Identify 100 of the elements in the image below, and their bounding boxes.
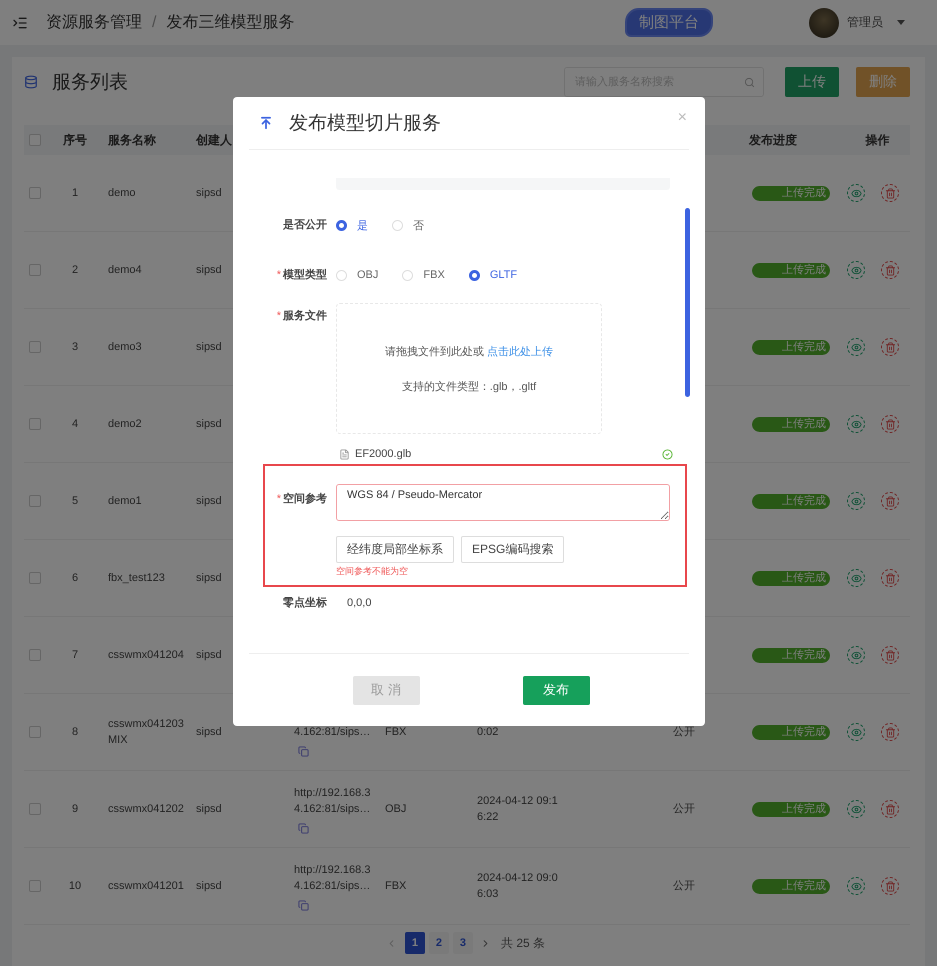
progress-label: 上传完成 bbox=[782, 186, 826, 200]
copy-icon[interactable] bbox=[298, 822, 309, 834]
view-button[interactable] bbox=[847, 569, 865, 587]
srs-button[interactable]: EPSG编码搜索 bbox=[461, 536, 564, 563]
field-label: * 模型类型 bbox=[276, 268, 327, 283]
delete-button[interactable] bbox=[881, 569, 899, 587]
view-button[interactable] bbox=[847, 646, 865, 664]
table-cell-text: 3 bbox=[72, 340, 78, 355]
table-cell-text: FBX bbox=[385, 879, 406, 894]
table-cell-text: 2024-04-12 09:16:22 bbox=[477, 794, 559, 825]
field-label: * 空间参考 bbox=[276, 492, 327, 507]
trash-icon bbox=[884, 188, 896, 198]
view-button[interactable] bbox=[847, 492, 865, 510]
trash-icon bbox=[884, 880, 896, 892]
table-cell-text: csswmx041201 bbox=[108, 879, 184, 894]
progress-label: 上传完成 bbox=[782, 418, 826, 430]
checkbox[interactable] bbox=[29, 418, 41, 430]
checkbox[interactable] bbox=[29, 264, 41, 276]
eye-icon bbox=[850, 572, 862, 584]
table-cell-text: 4 bbox=[72, 417, 78, 432]
delete-button[interactable] bbox=[881, 800, 899, 818]
delete-button[interactable] bbox=[881, 415, 899, 433]
eye-icon bbox=[850, 804, 862, 814]
table-cell-text: 公开 bbox=[672, 725, 695, 740]
table-cell-text: 公开 bbox=[672, 879, 695, 894]
checkbox[interactable] bbox=[29, 880, 41, 892]
platform-button[interactable]: 制图平台 bbox=[625, 8, 713, 37]
delete-button[interactable] bbox=[881, 261, 899, 279]
delete-button[interactable] bbox=[881, 723, 899, 741]
view-button[interactable] bbox=[847, 415, 865, 433]
upload-dropzone[interactable]: 请拖拽文件到此处或 点击此处上传 支持的文件类型：.glb，.gltf bbox=[336, 303, 602, 434]
file-types-note: 支持的文件类型：.glb，.gltf bbox=[402, 380, 536, 394]
checkbox[interactable] bbox=[29, 134, 41, 146]
checkbox[interactable] bbox=[29, 803, 41, 815]
breadcrumb-item: 发布三维模型服务 bbox=[166, 12, 294, 33]
progress-label: 上传完成 bbox=[782, 726, 826, 738]
eye-icon bbox=[850, 650, 862, 660]
table-cell-text: 1 bbox=[72, 186, 78, 201]
table-cell-text: 9 bbox=[72, 802, 78, 817]
checkbox[interactable] bbox=[29, 649, 41, 661]
checkbox[interactable] bbox=[29, 341, 41, 353]
publish-button[interactable]: 发布 bbox=[522, 676, 590, 704]
trash-icon bbox=[884, 572, 896, 584]
view-button[interactable] bbox=[847, 261, 865, 279]
checkbox[interactable] bbox=[29, 187, 41, 199]
trash-icon bbox=[884, 496, 896, 506]
avatar[interactable] bbox=[809, 8, 839, 38]
radio-option[interactable]: OBJ bbox=[336, 269, 378, 281]
checkbox[interactable] bbox=[29, 495, 41, 507]
copy-icon[interactable] bbox=[298, 900, 309, 910]
table-cell-text: demo4 bbox=[108, 263, 142, 278]
file-name[interactable]: EF2000.glb bbox=[355, 448, 412, 460]
column-header: 创建人 bbox=[196, 132, 232, 148]
delete-button[interactable] bbox=[881, 184, 899, 202]
radio-option[interactable]: 否 bbox=[392, 218, 424, 232]
page-button[interactable]: 2 bbox=[428, 932, 449, 954]
scrollbar[interactable] bbox=[685, 208, 690, 397]
delete-button[interactable] bbox=[881, 646, 899, 664]
page-button[interactable]: 1 bbox=[404, 932, 425, 954]
user-name[interactable]: 管理员 bbox=[847, 14, 883, 31]
caret-icon[interactable] bbox=[897, 20, 905, 25]
delete-button[interactable] bbox=[881, 492, 899, 510]
delete-button[interactable] bbox=[881, 877, 899, 895]
dropzone-hint: 请拖拽文件到此处或 点击此处上传 bbox=[384, 344, 554, 358]
breadcrumb-separator: / bbox=[152, 14, 156, 32]
breadcrumb-item[interactable]: 资源服务管理 bbox=[46, 12, 142, 33]
progress-label: 上传完成 bbox=[782, 802, 826, 816]
table-cell-text: 5 bbox=[72, 494, 78, 509]
radio-option[interactable]: GLTF bbox=[468, 269, 518, 281]
radio-option[interactable]: FBX bbox=[402, 269, 445, 281]
view-button[interactable] bbox=[847, 723, 865, 741]
copy-icon[interactable] bbox=[298, 746, 309, 756]
view-button[interactable] bbox=[847, 800, 865, 818]
view-button[interactable] bbox=[847, 338, 865, 356]
trash-icon bbox=[884, 418, 896, 430]
table-cell-text: demo2 bbox=[108, 417, 142, 432]
page-button[interactable]: 3 bbox=[452, 932, 473, 954]
upload-button[interactable]: 上传 bbox=[785, 67, 839, 97]
table-cell-text: 8 bbox=[72, 725, 78, 740]
checkbox[interactable] bbox=[29, 572, 41, 584]
input-field[interactable]: WGS 84 / Pseudo-Mercator bbox=[336, 484, 670, 521]
input-field[interactable]: 0,0,0 bbox=[336, 594, 705, 612]
eye-icon bbox=[850, 342, 862, 352]
srs-button[interactable]: 经纬度局部坐标系 bbox=[336, 536, 454, 563]
view-button[interactable] bbox=[847, 877, 865, 895]
progress-label: 上传完成 bbox=[782, 340, 826, 354]
table-cell-text: http://192.168.34.162:81/sips… bbox=[294, 786, 372, 816]
trash-icon bbox=[884, 726, 896, 738]
view-button[interactable] bbox=[847, 184, 865, 202]
upload-link[interactable]: 点击此处上传 bbox=[487, 346, 554, 358]
search-icon[interactable] bbox=[744, 76, 755, 88]
progress-label: 上传完成 bbox=[782, 264, 826, 276]
delete-button[interactable] bbox=[881, 338, 899, 356]
table-cell-text: sipsd bbox=[196, 802, 222, 817]
card-title: 服务列表 bbox=[52, 71, 128, 95]
menu-icon[interactable] bbox=[12, 14, 28, 30]
table-cell-text: sipsd bbox=[196, 186, 222, 201]
checkbox[interactable] bbox=[29, 726, 41, 738]
radio-option[interactable]: 是 bbox=[336, 218, 368, 232]
upload-icon bbox=[259, 116, 273, 130]
